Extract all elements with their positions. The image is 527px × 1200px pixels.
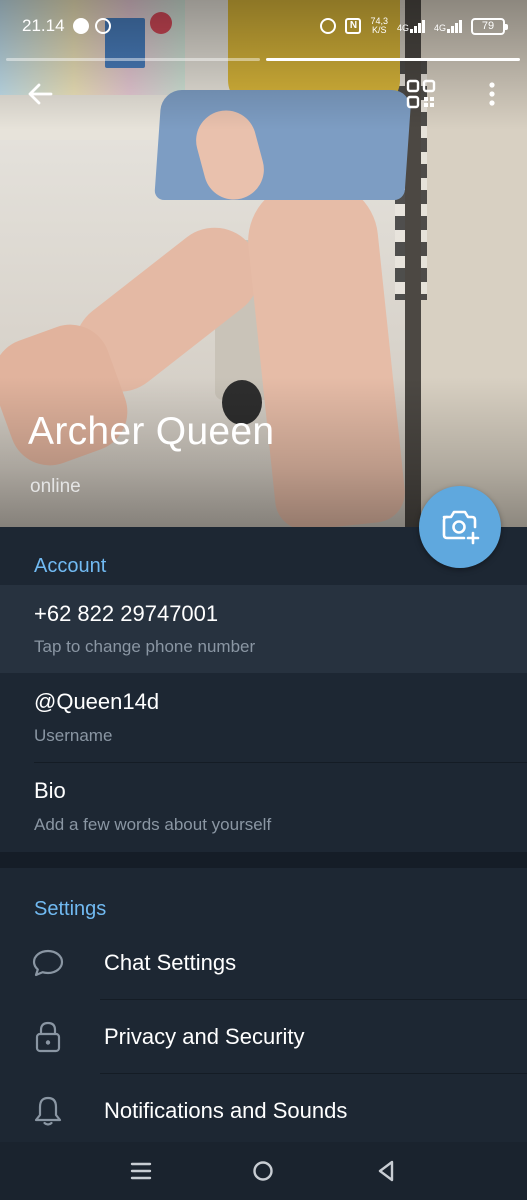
notifications-sounds-label: Notifications and Sounds: [104, 1098, 348, 1123]
profile-name: Archer Queen: [28, 410, 275, 453]
photo-progress-segment-active: [266, 58, 520, 61]
photo-progress-segment: [6, 58, 260, 61]
signal-bars-icon: [409, 19, 425, 33]
triangle-back-icon: [378, 1160, 394, 1182]
alarm-icon: [320, 18, 337, 34]
recent-apps-button[interactable]: [117, 1147, 165, 1195]
home-button[interactable]: [239, 1147, 287, 1195]
system-navigation-bar: [0, 1142, 527, 1200]
photo-progress-track: [6, 58, 520, 61]
chat-settings-item[interactable]: Chat Settings: [0, 926, 527, 1000]
more-options-button[interactable]: [468, 70, 516, 118]
arrow-left-icon: [28, 83, 53, 105]
signal-sim2: 4G: [433, 19, 462, 33]
more-vertical-icon: [489, 82, 495, 106]
camera-add-icon: [442, 510, 480, 545]
username-value: @Queen14d: [34, 689, 160, 714]
section-gap: [0, 852, 527, 868]
back-button[interactable]: [16, 70, 64, 118]
signal-sim1-label: 4G: [396, 22, 409, 33]
chat-bubble-icon: [30, 945, 66, 981]
profile-photo-header[interactable]: 21.14 N 74,3 K/S 4G 4G 79 Archer Queen o…: [0, 0, 527, 527]
username-row[interactable]: @Queen14d Username: [0, 673, 527, 762]
username-hint: Username: [34, 726, 113, 745]
privacy-security-label: Privacy and Security: [104, 1024, 305, 1049]
app-notification-icon: [94, 18, 111, 34]
network-speed: 74,3 K/S: [370, 17, 388, 35]
home-circle-icon: [253, 1161, 274, 1181]
account-section: Account +62 822 29747001 Tap to change p…: [0, 527, 527, 852]
set-profile-photo-button[interactable]: [419, 486, 501, 568]
privacy-security-item[interactable]: Privacy and Security: [0, 1000, 527, 1074]
bio-hint: Add a few words about yourself: [34, 815, 272, 834]
settings-section-title: Settings: [34, 898, 107, 920]
phone-number-row[interactable]: +62 822 29747001 Tap to change phone num…: [0, 585, 527, 673]
status-time: 21.14: [22, 16, 65, 35]
lock-icon: [30, 1019, 66, 1055]
phone-number-hint: Tap to change phone number: [34, 637, 256, 656]
bell-icon: [30, 1093, 66, 1129]
nfc-icon: N: [345, 18, 362, 34]
battery-icon: 79: [471, 17, 508, 35]
system-back-button[interactable]: [362, 1147, 410, 1195]
network-speed-unit: K/S: [371, 25, 387, 35]
menu-lines-icon: [130, 1162, 152, 1180]
notifications-sounds-item[interactable]: Notifications and Sounds: [0, 1074, 527, 1148]
signal-bars-icon: [447, 19, 462, 33]
account-section-title: Account: [34, 555, 107, 577]
signal-sim2-label: 4G: [433, 22, 446, 33]
signal-sim1: 4G: [396, 19, 425, 33]
phone-number-value: +62 822 29747001: [34, 601, 219, 626]
status-bar: 21.14 N 74,3 K/S 4G 4G 79: [0, 0, 527, 52]
qr-code-button[interactable]: [397, 70, 445, 118]
profile-status: online: [30, 476, 81, 497]
settings-section: Settings Chat Settings Privacy and Secur…: [0, 868, 527, 1142]
message-notification-icon: [72, 18, 89, 34]
chat-settings-label: Chat Settings: [104, 950, 237, 975]
bio-row[interactable]: Bio Add a few words about yourself: [0, 762, 527, 851]
bio-label: Bio: [34, 778, 66, 803]
qr-code-icon: [406, 79, 436, 109]
